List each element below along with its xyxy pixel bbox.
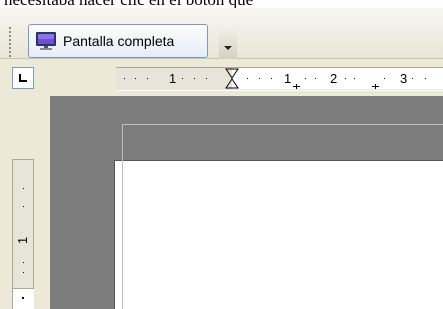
toolbar-grip-handle[interactable] [8, 26, 12, 60]
fullscreen-button[interactable]: Pantalla completa [28, 24, 208, 58]
ruler-label: 1 [169, 71, 176, 86]
ruler-label: 2 [330, 71, 337, 86]
ruler-label: 1 [15, 237, 30, 244]
toolbar-options-dropdown[interactable] [219, 26, 237, 60]
left-tab-icon [19, 74, 27, 82]
ruler-bar: 1 1 2 3 [0, 59, 443, 95]
background-text: necesitaba hacer clic en el botón que [4, 0, 253, 8]
chevron-down-icon [224, 46, 232, 50]
fullscreen-button-label: Pantalla completa [63, 33, 175, 49]
full-screen-toolbar: Pantalla completa [0, 8, 443, 60]
vertical-ruler[interactable]: 1 [12, 159, 34, 289]
monitor-icon [36, 32, 56, 50]
background-text-strip: necesitaba hacer clic en el botón que [0, 0, 443, 8]
horizontal-ruler[interactable]: 1 1 2 3 [116, 67, 443, 91]
tab-stop-selector[interactable] [12, 67, 34, 89]
vertical-ruler-page-area [12, 289, 34, 309]
text-boundary [122, 124, 443, 309]
indent-marker-icon[interactable] [225, 68, 239, 89]
ruler-label: 3 [400, 71, 407, 86]
ruler-label: 1 [284, 71, 291, 86]
